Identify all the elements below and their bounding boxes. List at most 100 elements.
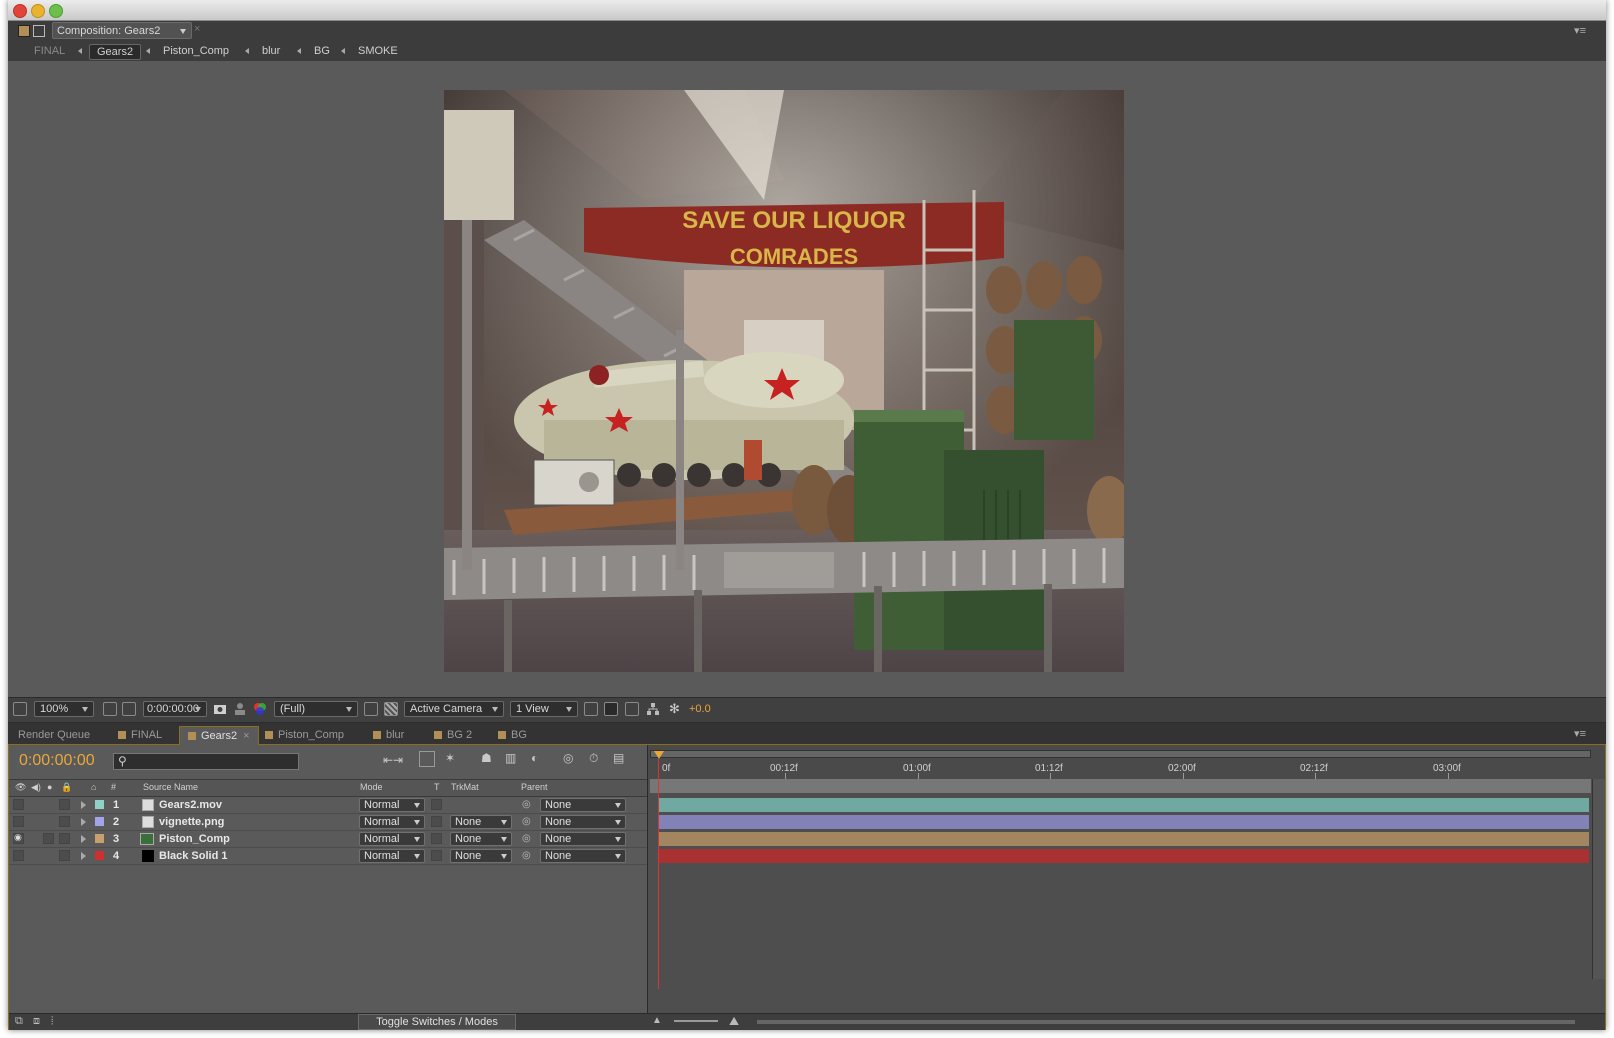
composition-tab[interactable]: Composition: Gears2 bbox=[52, 22, 192, 39]
audio-icon[interactable]: ◀) bbox=[31, 782, 41, 793]
layer-row[interactable]: ◉ 3 Piston_Comp Normal None ◎ None bbox=[9, 831, 647, 848]
pick-whip-icon[interactable]: ◎ bbox=[522, 798, 531, 812]
twirl-triangle-icon[interactable] bbox=[81, 835, 86, 843]
tab-bg[interactable]: BG bbox=[498, 726, 527, 744]
layer-duration-bar[interactable] bbox=[658, 832, 1589, 846]
solo-icon[interactable]: ● bbox=[47, 782, 52, 792]
parent-dropdown[interactable]: None bbox=[540, 798, 626, 812]
mode-dropdown[interactable]: Normal bbox=[359, 832, 425, 846]
eye-icon[interactable]: 👁 bbox=[15, 782, 26, 793]
lock-toggle[interactable] bbox=[59, 816, 70, 827]
mode-dropdown[interactable]: Normal bbox=[359, 849, 425, 863]
chevron-down-icon[interactable] bbox=[180, 29, 186, 34]
twirl-triangle-icon[interactable] bbox=[81, 801, 86, 809]
label-color-swatch[interactable] bbox=[95, 800, 104, 809]
visibility-toggle[interactable] bbox=[13, 816, 24, 827]
pick-whip-icon[interactable]: ◎ bbox=[522, 849, 531, 863]
timeline-current-time[interactable]: 0:00:00:00 bbox=[19, 752, 95, 770]
visibility-toggle[interactable]: ◉ bbox=[13, 832, 24, 844]
lock-toggle[interactable] bbox=[59, 833, 70, 844]
pixel-aspect-icon[interactable] bbox=[584, 702, 598, 716]
safe-margins-icon[interactable] bbox=[103, 702, 117, 716]
preserve-transparency-toggle[interactable] bbox=[431, 833, 442, 844]
solo-toggle[interactable] bbox=[43, 833, 54, 844]
label-color-swatch[interactable] bbox=[95, 851, 104, 860]
preserve-transparency-toggle[interactable] bbox=[431, 850, 442, 861]
tab-blur[interactable]: blur bbox=[373, 726, 404, 744]
breadcrumb-final[interactable]: FINAL bbox=[34, 44, 65, 58]
expand-transfer-controls-icon[interactable]: ⧈ bbox=[33, 1015, 40, 1028]
twirl-triangle-icon[interactable] bbox=[81, 818, 86, 826]
current-time-field[interactable]: 0:00:00:00 bbox=[143, 701, 207, 717]
parent-dropdown[interactable]: None bbox=[540, 832, 626, 846]
layer-row[interactable]: 4 Black Solid 1 Normal None ◎ None bbox=[9, 848, 647, 865]
composition-viewer[interactable]: SAVE OUR LIQUOR COMRADES bbox=[8, 61, 1606, 697]
draft-3d-icon[interactable]: ✶ bbox=[445, 751, 455, 765]
region-of-interest-icon[interactable] bbox=[364, 702, 378, 716]
flowchart-icon[interactable] bbox=[646, 702, 660, 716]
preserve-transparency-toggle[interactable] bbox=[431, 799, 442, 810]
layer-duration-bar[interactable] bbox=[658, 849, 1589, 863]
exposure-value[interactable]: +0.0 bbox=[689, 703, 711, 715]
graph-editor-icon[interactable]: ▤ bbox=[613, 751, 624, 765]
breadcrumb-smoke[interactable]: SMOKE bbox=[358, 44, 398, 58]
camera-view-dropdown[interactable]: Active Camera bbox=[404, 701, 504, 717]
panel-menu-icon[interactable]: ▾≡ bbox=[1574, 727, 1586, 740]
time-zoom-slider[interactable] bbox=[674, 1020, 718, 1022]
preserve-transparency-toggle[interactable] bbox=[431, 816, 442, 827]
pick-whip-icon[interactable]: ◎ bbox=[522, 815, 531, 829]
horizontal-scrollbar[interactable] bbox=[757, 1020, 1575, 1024]
mode-dropdown[interactable]: Normal bbox=[359, 815, 425, 829]
comp-mini-flowchart-icon[interactable]: ⇤⇥ bbox=[383, 753, 403, 767]
zoom-dropdown[interactable]: 100% bbox=[34, 701, 94, 717]
breadcrumb-bg[interactable]: BG bbox=[314, 44, 330, 58]
fast-previews-icon[interactable] bbox=[604, 702, 618, 716]
toggle-switches-modes-button[interactable]: Toggle Switches / Modes bbox=[358, 1014, 516, 1030]
show-snapshot-icon[interactable] bbox=[233, 702, 247, 716]
timeline-toggle-icon[interactable] bbox=[625, 702, 639, 716]
layer-name[interactable]: Gears2.mov bbox=[159, 798, 222, 812]
lock-icon[interactable] bbox=[33, 25, 45, 37]
label-color-swatch[interactable] bbox=[95, 817, 104, 826]
exposure-reset-icon[interactable]: ✻ bbox=[669, 702, 683, 716]
column-source-name[interactable]: Source Name bbox=[143, 782, 198, 792]
hide-shy-layers-icon[interactable]: ☗ bbox=[481, 751, 492, 765]
work-area-bar[interactable] bbox=[650, 750, 1591, 758]
breadcrumb-gears2[interactable]: Gears2 bbox=[89, 44, 142, 60]
tab-bg-2[interactable]: BG 2 bbox=[434, 726, 472, 744]
lock-toggle[interactable] bbox=[59, 850, 70, 861]
close-tab-icon[interactable]: × bbox=[194, 23, 200, 35]
breadcrumb-blur[interactable]: blur bbox=[262, 44, 280, 58]
timeline-graph[interactable]: 0f 00:12f 01:00f 01:12f 02:00f 02:12f 03… bbox=[647, 745, 1605, 1030]
transparency-grid-icon[interactable] bbox=[384, 702, 398, 716]
zoom-in-icon[interactable]: ⛰ bbox=[729, 1014, 739, 1029]
tab-gears2[interactable]: Gears2 × bbox=[179, 726, 259, 745]
tab-final[interactable]: FINAL bbox=[118, 726, 162, 744]
color-channels-icon[interactable] bbox=[253, 702, 267, 716]
tab-piston-comp[interactable]: Piston_Comp bbox=[265, 726, 344, 744]
parent-dropdown[interactable]: None bbox=[540, 849, 626, 863]
time-ruler[interactable]: 0f 00:12f 01:00f 01:12f 02:00f 02:12f 03… bbox=[648, 745, 1605, 779]
layer-name[interactable]: Piston_Comp bbox=[159, 832, 230, 846]
trkmat-dropdown[interactable]: None bbox=[450, 849, 512, 863]
trkmat-dropdown[interactable]: None bbox=[450, 832, 512, 846]
layer-row[interactable]: 2 vignette.png Normal None ◎ None bbox=[9, 814, 647, 831]
tab-render-queue[interactable]: Render Queue bbox=[18, 726, 90, 744]
resolution-dropdown[interactable]: (Full) bbox=[274, 701, 358, 717]
parent-dropdown[interactable]: None bbox=[540, 815, 626, 829]
brainstorm-icon[interactable]: ◎ bbox=[563, 751, 573, 765]
trkmat-dropdown[interactable]: None bbox=[450, 815, 512, 829]
motion-blur-icon[interactable]: ◐ bbox=[531, 751, 538, 765]
layer-row[interactable]: 1 Gears2.mov Normal ◎ None bbox=[9, 797, 647, 814]
mode-dropdown[interactable]: Normal bbox=[359, 798, 425, 812]
expand-layer-switches-icon[interactable]: ⧉ bbox=[15, 1015, 23, 1028]
pick-whip-icon[interactable]: ◎ bbox=[522, 832, 531, 846]
close-window-button[interactable] bbox=[13, 4, 27, 18]
visibility-toggle[interactable] bbox=[13, 850, 24, 861]
label-color-swatch[interactable] bbox=[95, 834, 104, 843]
current-time-indicator[interactable] bbox=[658, 759, 659, 989]
live-update-icon[interactable] bbox=[419, 751, 435, 767]
close-tab-icon[interactable]: × bbox=[243, 730, 249, 742]
always-preview-icon[interactable] bbox=[13, 702, 27, 716]
breadcrumb-piston-comp[interactable]: Piston_Comp bbox=[163, 44, 229, 58]
